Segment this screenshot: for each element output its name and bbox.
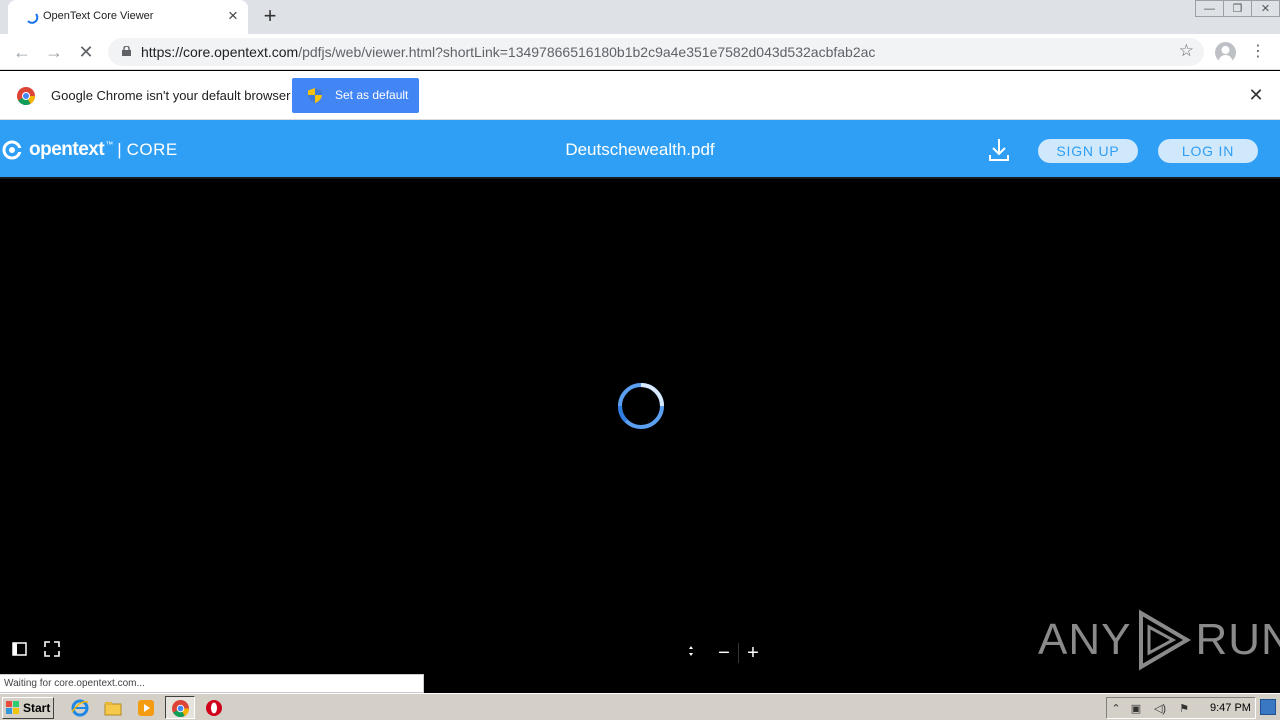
media-player-icon[interactable] — [136, 698, 156, 718]
log-in-button[interactable]: LOG IN — [1158, 139, 1258, 163]
restore-button[interactable]: ❐ — [1223, 0, 1252, 17]
windows-taskbar: Start ⌃ ▣ ◁) ⚑ 9:47 PM — [0, 693, 1280, 720]
download-icon[interactable] — [987, 137, 1011, 163]
pdf-viewer-area[interactable]: − + ANY RUN — [0, 181, 1280, 693]
browser-toolbar: ← → ✕ https://core.opentext.com/pdfjs/we… — [0, 34, 1280, 70]
opera-icon[interactable] — [204, 698, 224, 718]
lock-icon — [122, 46, 131, 56]
forward-arrow-icon[interactable]: → — [42, 40, 66, 64]
play-triangle-icon — [1139, 609, 1192, 671]
status-bubble: Waiting for core.opentext.com... — [0, 674, 424, 693]
action-center-flag-icon[interactable]: ⚑ — [1177, 702, 1191, 716]
minimize-button[interactable]: — — [1195, 0, 1224, 17]
new-tab-button[interactable]: + — [258, 4, 282, 28]
stop-loading-icon[interactable]: ✕ — [74, 40, 98, 64]
address-bar[interactable]: https://core.opentext.com/pdfjs/web/view… — [108, 38, 1204, 66]
browser-tab[interactable]: OpenText Core Viewer × — [8, 0, 248, 34]
chrome-menu-icon[interactable]: ⋮ — [1250, 42, 1266, 62]
chrome-logo-icon — [17, 87, 35, 105]
opentext-header: opentext ™ | CORE Deutschewealth.pdf SIG… — [0, 120, 1280, 179]
clock[interactable]: 9:47 PM — [1210, 702, 1251, 714]
tab-close-icon[interactable]: × — [224, 6, 242, 26]
chrome-taskbar-icon — [172, 700, 189, 717]
internet-explorer-icon[interactable] — [70, 698, 90, 718]
windows-flag-icon — [6, 701, 19, 714]
window-controls: — ❐ ✕ — [1195, 0, 1280, 18]
tab-strip: OpenText Core Viewer × + — ❐ ✕ — [0, 0, 1280, 34]
start-label: Start — [23, 701, 51, 715]
file-explorer-icon[interactable] — [103, 698, 123, 718]
tray-expand-icon[interactable]: ⌃ — [1109, 702, 1123, 716]
infobar-message: Google Chrome isn't your default browser — [51, 88, 291, 103]
zoom-in-button[interactable]: + — [743, 643, 763, 663]
set-as-default-button[interactable]: Set as default — [292, 78, 419, 113]
infobar-close-icon[interactable]: ✕ — [1246, 85, 1266, 105]
zoom-out-button[interactable]: − — [714, 643, 734, 663]
back-arrow-icon[interactable]: ← — [10, 40, 34, 64]
start-button[interactable]: Start — [2, 697, 54, 719]
volume-icon[interactable]: ◁) — [1153, 702, 1167, 716]
anyrun-watermark: ANY RUN — [1038, 608, 1280, 672]
system-tray: ⌃ ▣ ◁) ⚑ 9:47 PM — [1106, 697, 1256, 719]
close-window-button[interactable]: ✕ — [1251, 0, 1280, 17]
tab-title: OpenText Core Viewer — [43, 10, 154, 22]
loading-spinner-icon — [27, 13, 39, 24]
url-text: https://core.opentext.com/pdfjs/web/view… — [141, 44, 876, 60]
page-scroll-arrows-icon[interactable] — [681, 641, 701, 661]
bookmark-star-icon[interactable]: ☆ — [1179, 41, 1194, 61]
sidebar-toggle-icon[interactable] — [10, 639, 30, 659]
loading-spinner-icon — [617, 383, 664, 429]
default-browser-infobar: Google Chrome isn't your default browser… — [0, 71, 1280, 120]
zoom-divider — [738, 643, 739, 663]
uac-shield-icon — [308, 88, 322, 103]
watermark-right-text: RUN — [1195, 615, 1280, 664]
network-icon[interactable]: ▣ — [1129, 702, 1143, 716]
fullscreen-icon[interactable] — [42, 639, 62, 659]
sign-up-button[interactable]: SIGN UP — [1038, 139, 1138, 163]
chrome-taskbar-button[interactable] — [165, 696, 195, 719]
watermark-left-text: ANY — [1038, 615, 1132, 664]
profile-avatar-icon[interactable] — [1215, 42, 1236, 63]
show-desktop-icon[interactable] — [1260, 699, 1276, 715]
set-as-default-label: Set as default — [335, 88, 409, 102]
